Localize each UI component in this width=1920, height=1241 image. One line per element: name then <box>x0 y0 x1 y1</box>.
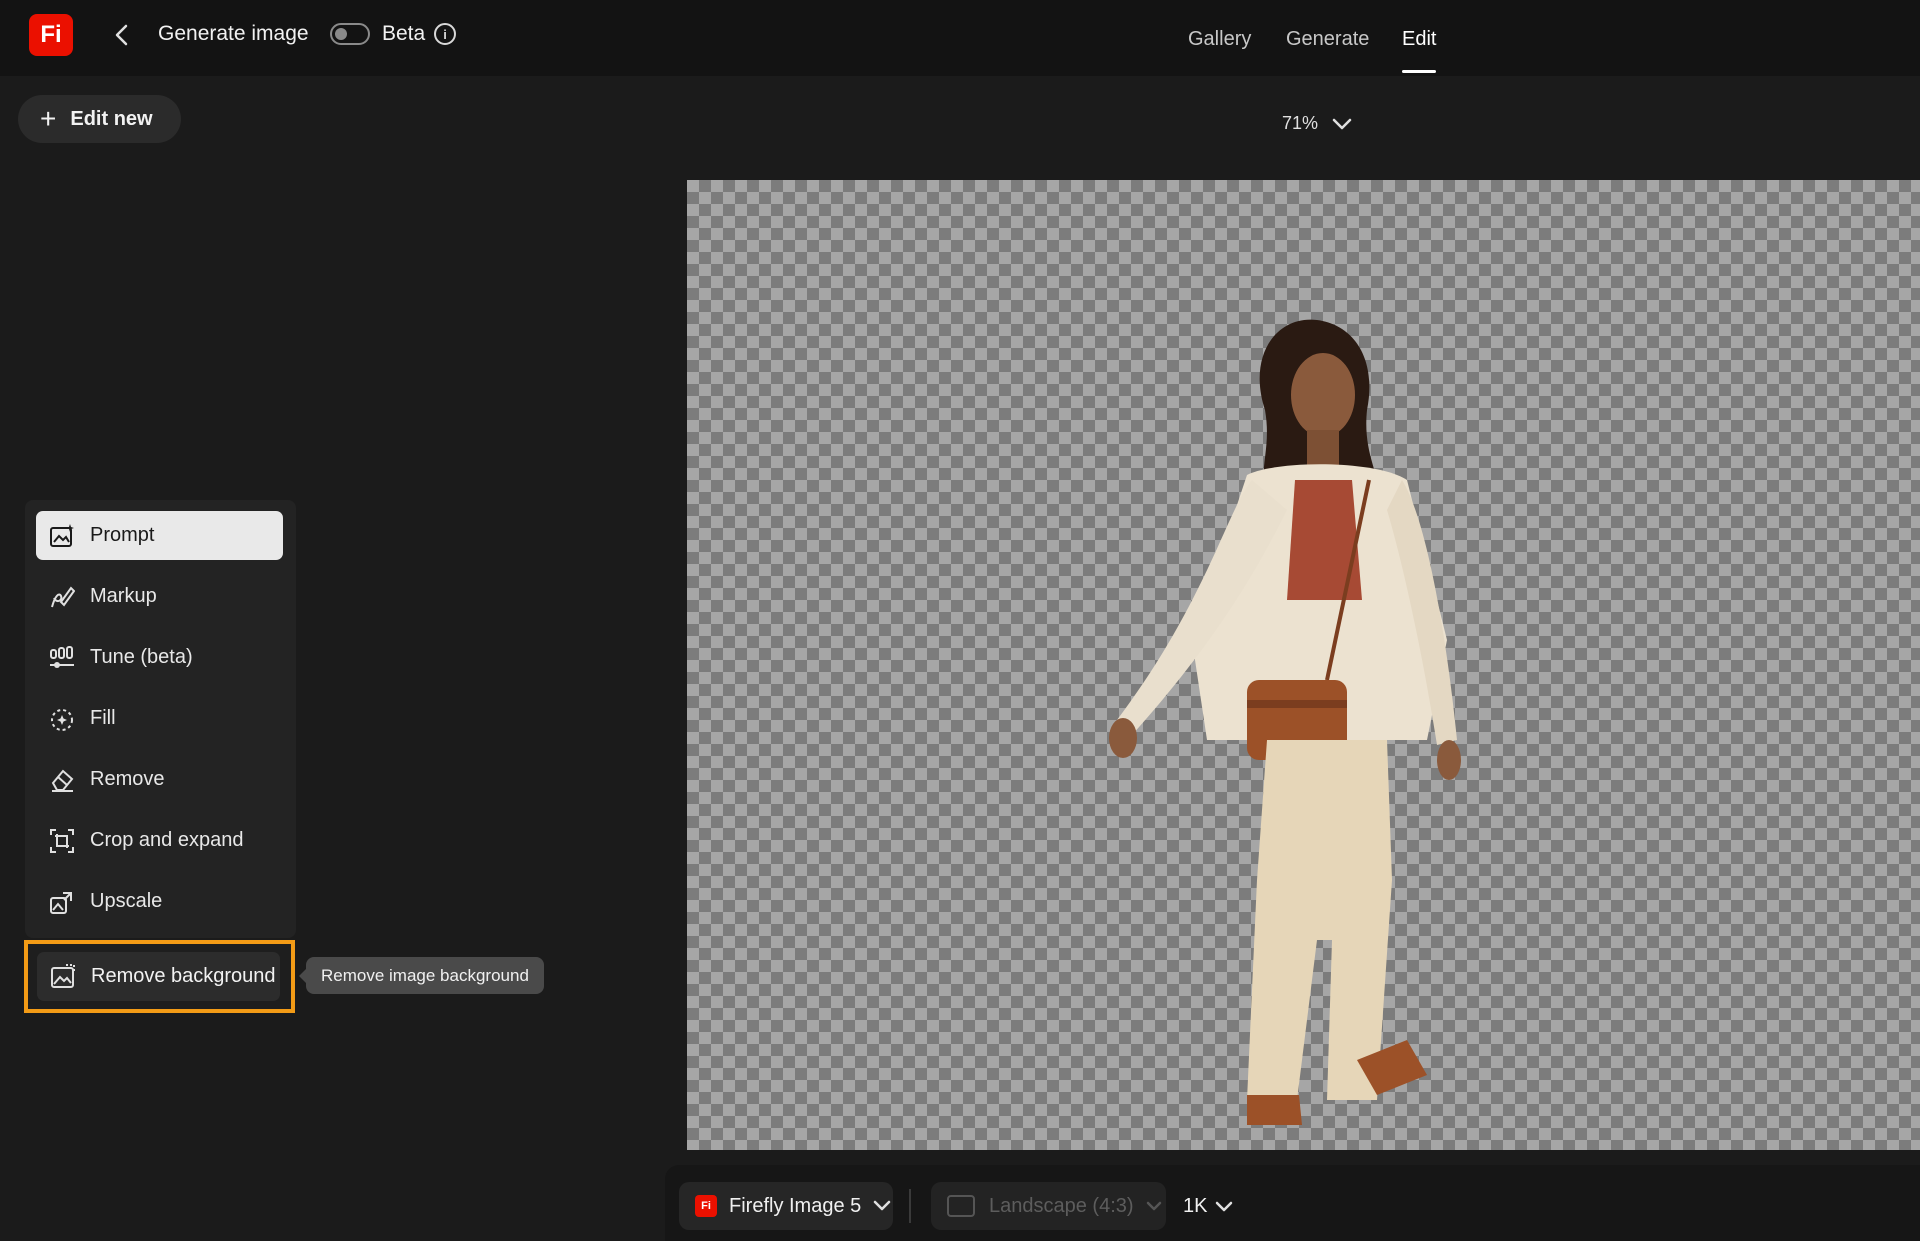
tool-label: Remove <box>90 768 165 790</box>
remove-background-highlight: Remove background <box>24 940 295 1013</box>
app-title: Generate image <box>158 22 309 45</box>
chevron-down-icon <box>1146 1201 1161 1211</box>
top-bar: Fi Generate image Beta i Gallery Generat… <box>0 0 1920 76</box>
tab-generate[interactable]: Generate <box>1286 28 1369 51</box>
tool-upscale[interactable]: Upscale <box>36 877 283 926</box>
tool-label: Fill <box>90 707 116 729</box>
edit-new-label: Edit new <box>70 107 153 130</box>
edit-tools-panel: Prompt Markup Tune (beta) Fill Remove Cr… <box>25 500 296 938</box>
tool-crop-expand[interactable]: Crop and expand <box>36 816 283 865</box>
tool-remove-background[interactable]: Remove background <box>37 952 280 1001</box>
tool-fill[interactable]: Fill <box>36 694 283 743</box>
info-icon[interactable]: i <box>434 23 456 45</box>
aspect-label: Landscape (4:3) <box>989 1194 1134 1217</box>
prompt-icon <box>48 522 76 550</box>
aspect-ratio-selector[interactable]: Landscape (4:3) <box>931 1182 1166 1230</box>
toggle-knob <box>335 28 347 40</box>
tab-gallery[interactable]: Gallery <box>1188 28 1251 51</box>
bottom-divider <box>909 1189 911 1223</box>
tool-remove[interactable]: Remove <box>36 755 283 804</box>
tool-label: Upscale <box>90 890 163 912</box>
chevron-left-icon <box>115 24 128 46</box>
model-label: Firefly Image 5 <box>729 1194 862 1217</box>
tool-label: Crop and expand <box>90 829 244 851</box>
edit-new-button[interactable]: + Edit new <box>18 95 181 143</box>
firefly-model-logo: Fi <box>695 1195 717 1217</box>
tool-prompt[interactable]: Prompt <box>36 511 283 560</box>
image-canvas[interactable] <box>687 180 1920 1150</box>
resolution-label: 1K <box>1183 1195 1208 1217</box>
tune-icon <box>48 644 76 672</box>
beta-toggle[interactable] <box>330 23 370 45</box>
beta-label: Beta <box>382 22 426 45</box>
model-selector[interactable]: Fi Firefly Image 5 <box>679 1182 893 1230</box>
back-button[interactable] <box>108 20 136 50</box>
bottom-settings-bar: Fi Firefly Image 5 Landscape (4:3) 1K <box>665 1165 1920 1241</box>
tool-label: Remove background <box>91 965 276 987</box>
zoom-dropdown[interactable]: 71% <box>1282 113 1352 134</box>
tool-label: Tune (beta) <box>90 646 193 668</box>
tool-label: Prompt <box>90 524 155 546</box>
markup-icon <box>48 583 76 611</box>
chevron-down-icon <box>874 1200 891 1211</box>
remove-background-tooltip: Remove image background <box>299 957 544 994</box>
tool-tune[interactable]: Tune (beta) <box>36 633 283 682</box>
chevron-down-icon <box>1216 1201 1233 1211</box>
remove-icon <box>48 766 76 794</box>
tab-edit[interactable]: Edit <box>1402 28 1436 51</box>
tool-markup[interactable]: Markup <box>36 572 283 621</box>
crop-icon <box>48 827 76 855</box>
resolution-selector[interactable]: 1K <box>1183 1195 1233 1218</box>
zoom-value: 71% <box>1282 113 1319 133</box>
upscale-icon <box>48 888 76 916</box>
aspect-ratio-icon <box>947 1195 975 1217</box>
plus-icon: + <box>40 103 57 134</box>
subject-woman-image <box>1109 319 1461 1125</box>
tool-label: Markup <box>90 585 157 607</box>
firefly-logo[interactable]: Fi <box>29 14 73 56</box>
remove-background-icon <box>49 963 77 991</box>
fill-icon <box>48 705 76 733</box>
active-tab-indicator <box>1402 70 1436 73</box>
chevron-down-icon <box>1332 118 1352 129</box>
